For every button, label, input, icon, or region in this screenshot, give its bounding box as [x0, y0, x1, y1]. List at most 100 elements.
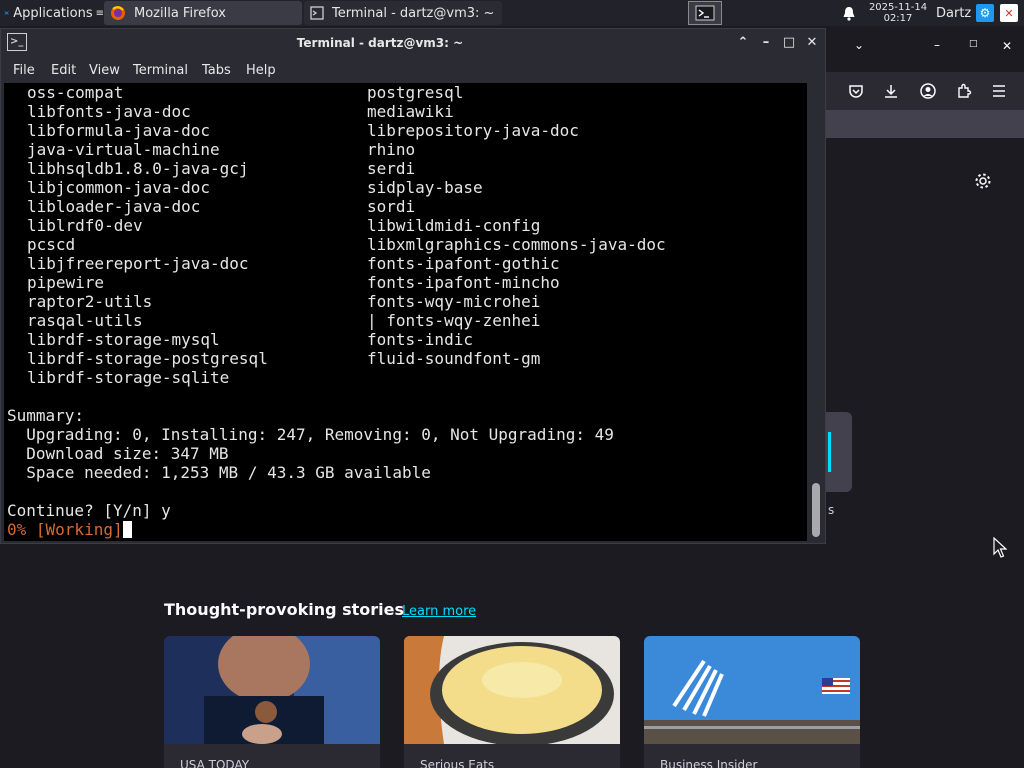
- terminal-menubar: File Edit View Terminal Tabs Help: [1, 57, 825, 83]
- terminal-icon: [310, 6, 324, 20]
- package-right: fonts-ipafont-mincho: [367, 273, 560, 292]
- firefox-icon: [111, 6, 125, 20]
- package-left: pipewire: [27, 273, 105, 292]
- story-card[interactable]: Business Insider: [644, 636, 860, 768]
- package-right: rhino: [367, 140, 416, 159]
- package-right: fonts-indic: [367, 330, 473, 349]
- applications-menu-button[interactable]: Applications ≡: [0, 0, 104, 26]
- maximize-icon: □: [782, 35, 796, 50]
- taskbar-item-label: Mozilla Firefox: [134, 5, 226, 21]
- shade-button[interactable]: ⌃: [734, 34, 752, 52]
- terminal-output[interactable]: oss-compat libfonts-java-doc libformula-…: [4, 83, 807, 541]
- maximize-icon[interactable]: □: [969, 39, 978, 49]
- close-icon[interactable]: ✕: [1002, 39, 1012, 53]
- terminal-window-icon: [695, 5, 715, 21]
- package-right: serdi: [367, 159, 416, 178]
- space-needed: Space needed: 1,253 MB / 43.3 GB availab…: [7, 463, 431, 482]
- menu-terminal[interactable]: Terminal: [133, 63, 188, 78]
- download-icon[interactable]: [883, 83, 899, 99]
- logout-button[interactable]: ✕: [1000, 4, 1018, 22]
- package-right: fonts-ipafont-gothic: [367, 254, 560, 273]
- close-icon: ✕: [806, 35, 818, 50]
- applications-arrow-icon: ≡: [95, 7, 104, 19]
- text-cursor: [122, 521, 132, 538]
- package-right: sidplay-base: [367, 178, 483, 197]
- top-panel: Applications ≡ Mozilla Firefox Terminal …: [0, 0, 1024, 26]
- minimize-button[interactable]: –: [757, 34, 775, 52]
- applications-label: Applications: [13, 5, 93, 21]
- applications-icon: [4, 11, 9, 15]
- terminal-window: >_ Terminal - dartz@vm3: ~ ⌃ – □ ✕ File …: [0, 28, 826, 544]
- terminal-scrollbar[interactable]: [809, 83, 825, 541]
- story-source: Business Insider: [660, 758, 758, 768]
- minimize-icon: –: [762, 35, 770, 50]
- package-right: fonts-wqy-microhei: [367, 292, 541, 311]
- clock-time: 02:17: [883, 13, 913, 24]
- settings-button[interactable]: ⚙: [976, 4, 994, 22]
- package-right: librepository-java-doc: [367, 121, 579, 140]
- package-left: librdf-storage-mysql: [27, 330, 220, 349]
- package-right: postgresql: [367, 83, 464, 102]
- gear-icon: ⚙: [979, 6, 991, 20]
- package-left: java-virtual-machine: [27, 140, 220, 159]
- package-left: libformula-java-doc: [27, 121, 211, 140]
- story-image: [644, 636, 860, 744]
- story-card[interactable]: USA TODAY: [164, 636, 380, 768]
- menu-help[interactable]: Help: [246, 63, 276, 78]
- shortcut-tile-icon: [828, 432, 831, 472]
- taskbar-item-label: Terminal - dartz@vm3: ~: [332, 5, 495, 21]
- story-source: Serious Eats: [420, 758, 495, 768]
- account-icon[interactable]: [920, 83, 936, 99]
- package-left: libfonts-java-doc: [27, 102, 191, 121]
- stories-heading: Thought-provoking stories: [164, 600, 405, 619]
- story-image: [164, 636, 380, 744]
- gear-icon[interactable]: [974, 172, 992, 190]
- bell-icon: [843, 6, 855, 21]
- download-size: Download size: 347 MB: [7, 444, 229, 463]
- learn-more-link[interactable]: Learn more: [402, 604, 476, 619]
- extensions-icon[interactable]: [956, 83, 972, 99]
- notifications-button[interactable]: [838, 0, 860, 26]
- package-left: oss-compat: [27, 83, 124, 102]
- user-menu[interactable]: Dartz: [936, 0, 974, 26]
- package-right: mediawiki: [367, 102, 454, 121]
- close-button[interactable]: ✕: [803, 34, 821, 52]
- menu-view[interactable]: View: [89, 63, 120, 78]
- story-card[interactable]: Serious Eats: [404, 636, 620, 768]
- scrollbar-thumb[interactable]: [812, 483, 820, 537]
- firefox-bookmarks-strip: [826, 110, 1024, 138]
- clock[interactable]: 2025-11-14 02:17: [866, 0, 930, 26]
- menu-edit[interactable]: Edit: [51, 63, 76, 78]
- pocket-icon[interactable]: [848, 83, 864, 99]
- firefox-toolbar: [826, 72, 1024, 110]
- summary-header: Summary:: [7, 406, 85, 425]
- minimize-icon[interactable]: –: [934, 38, 940, 52]
- firefox-titlebar: ⌄ – □ ✕: [826, 26, 1024, 72]
- package-left: libloader-java-doc: [27, 197, 201, 216]
- package-left: libhsqldb1.8.0-java-gcj: [27, 159, 249, 178]
- package-left: libjfreereport-java-doc: [27, 254, 249, 273]
- package-right: sordi: [367, 197, 416, 216]
- mouse-pointer-icon: [993, 537, 1007, 558]
- maximize-button[interactable]: □: [780, 34, 798, 52]
- taskbar-item-terminal[interactable]: Terminal - dartz@vm3: ~: [304, 1, 502, 25]
- package-left: pcscd: [27, 235, 76, 254]
- taskbar-item-firefox[interactable]: Mozilla Firefox: [104, 1, 302, 25]
- continue-prompt: Continue? [Y/n] y: [7, 501, 171, 520]
- summary-counts: Upgrading: 0, Installing: 247, Removing:…: [7, 425, 614, 444]
- story-image: [404, 636, 620, 744]
- package-right: | fonts-wqy-zenhei: [367, 311, 541, 330]
- package-left: libjcommon-java-doc: [27, 178, 211, 197]
- menu-tabs[interactable]: Tabs: [202, 63, 231, 78]
- clock-date: 2025-11-14: [868, 2, 928, 13]
- menu-file[interactable]: File: [13, 63, 35, 78]
- tab-list-chevron-icon[interactable]: ⌄: [854, 38, 864, 52]
- package-right: libxmlgraphics-commons-java-doc: [367, 235, 666, 254]
- workspace-switcher[interactable]: [688, 1, 722, 25]
- package-left: raptor2-utils: [27, 292, 153, 311]
- terminal-titlebar[interactable]: >_ Terminal - dartz@vm3: ~ ⌃ – □ ✕: [1, 29, 825, 57]
- package-right: fluid-soundfont-gm: [367, 349, 541, 368]
- hamburger-menu-icon[interactable]: [992, 84, 1006, 98]
- package-right: libwildmidi-config: [367, 216, 541, 235]
- progress-status: 0% [Working]: [7, 520, 123, 539]
